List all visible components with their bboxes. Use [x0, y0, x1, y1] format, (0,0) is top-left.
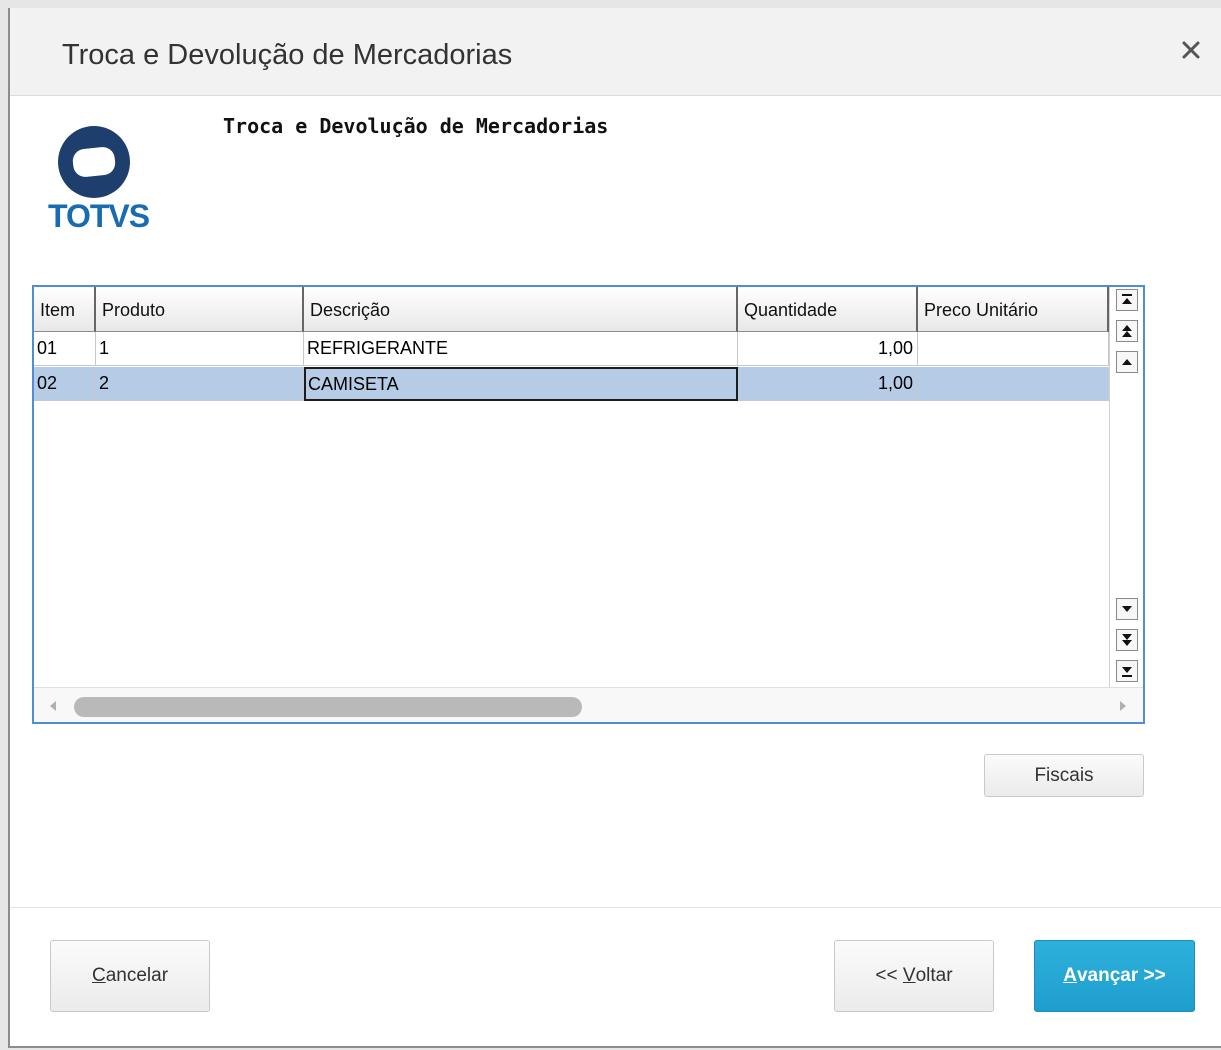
- scroll-page-up-icon[interactable]: [1116, 320, 1138, 342]
- title-bar: Troca e Devolução de Mercadorias: [10, 8, 1221, 96]
- cancel-accelerator: C: [91, 965, 106, 986]
- column-header-descricao[interactable]: Descrição: [304, 287, 738, 332]
- cancel-label: ancelar: [105, 965, 169, 986]
- column-header-preco[interactable]: Preco Unitário: [918, 287, 1109, 332]
- close-icon[interactable]: [1179, 38, 1203, 62]
- cell-descricao-focused[interactable]: CAMISETA: [304, 367, 738, 401]
- back-accelerator: V: [902, 965, 916, 986]
- scroll-left-icon[interactable]: [46, 698, 60, 714]
- horizontal-scroll-thumb[interactable]: [74, 697, 582, 717]
- cell-preco[interactable]: [918, 332, 1109, 366]
- grid-header: Item Produto Descrição Quantidade Preco …: [34, 287, 1109, 332]
- scroll-top-icon[interactable]: [1116, 289, 1138, 311]
- cell-quantidade[interactable]: 1,00: [738, 367, 918, 401]
- column-header-item[interactable]: Item: [34, 287, 96, 332]
- table-row-selected[interactable]: 02 2 CAMISETA 1,00: [34, 367, 1109, 401]
- cell-item[interactable]: 01: [34, 332, 96, 366]
- dialog-title: Troca e Devolução de Mercadorias: [62, 39, 513, 71]
- column-header-quantidade[interactable]: Quantidade: [738, 287, 918, 332]
- cell-preco[interactable]: [918, 367, 1109, 401]
- items-grid[interactable]: Item Produto Descrição Quantidade Preco …: [32, 285, 1145, 724]
- next-label: vançar >>: [1076, 965, 1166, 986]
- scroll-bottom-icon[interactable]: [1116, 660, 1138, 682]
- logo-text: TOTVS: [48, 198, 150, 234]
- scroll-right-icon[interactable]: [1116, 698, 1130, 714]
- back-label: oltar: [915, 965, 953, 986]
- vertical-scrollbar[interactable]: [1109, 287, 1143, 687]
- cell-produto[interactable]: 1: [96, 332, 304, 366]
- cancel-button[interactable]: Cancelar: [50, 940, 210, 1012]
- cell-quantidade[interactable]: 1,00: [738, 332, 918, 366]
- back-button[interactable]: << Voltar: [834, 940, 994, 1012]
- horizontal-scrollbar[interactable]: [34, 687, 1143, 722]
- header-title: Troca e Devolução de Mercadorias: [223, 114, 609, 138]
- cell-descricao[interactable]: REFRIGERANTE: [304, 332, 738, 366]
- column-header-produto[interactable]: Produto: [96, 287, 304, 332]
- grid-body: Item Produto Descrição Quantidade Preco …: [34, 287, 1109, 687]
- back-prefix: <<: [875, 965, 903, 986]
- cell-item[interactable]: 02: [34, 367, 96, 401]
- cell-produto[interactable]: 2: [96, 367, 304, 401]
- next-button[interactable]: Avançar >>: [1034, 940, 1195, 1012]
- scroll-down-icon[interactable]: [1116, 598, 1138, 620]
- scroll-page-down-icon[interactable]: [1116, 629, 1138, 651]
- dialog-window: Troca e Devolução de Mercadorias TOTVS T…: [8, 8, 1221, 1048]
- fiscais-button[interactable]: Fiscais: [984, 754, 1144, 797]
- footer-divider: [10, 907, 1221, 908]
- table-row[interactable]: 01 1 REFRIGERANTE 1,00: [34, 332, 1109, 366]
- scroll-up-icon[interactable]: [1116, 351, 1138, 373]
- next-accelerator: A: [1063, 965, 1077, 986]
